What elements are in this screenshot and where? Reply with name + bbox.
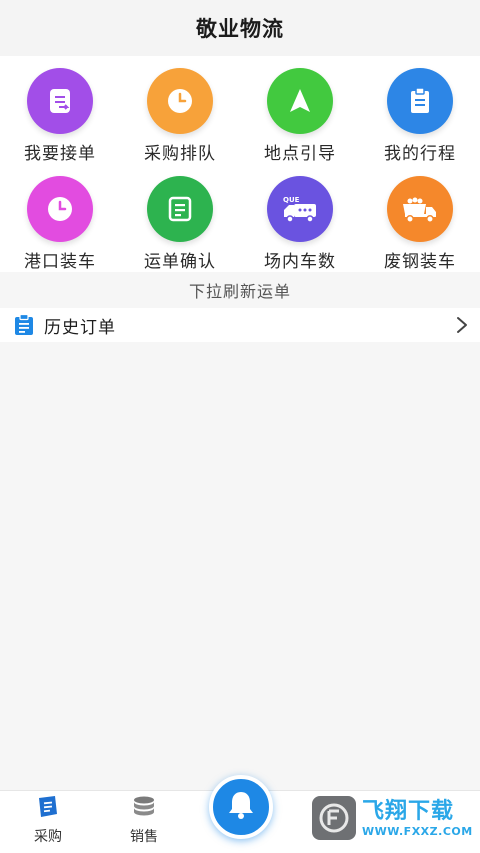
menu-item-accept-order[interactable]: 我要接单 bbox=[0, 56, 120, 164]
queue-icon-text: QUE bbox=[283, 196, 300, 204]
bell-icon bbox=[226, 789, 256, 825]
watermark-url: WWW.FXXZ.COM bbox=[362, 824, 473, 838]
menu-item-label: 运单确认 bbox=[144, 252, 216, 272]
watermark-logo-icon bbox=[312, 796, 356, 840]
menu-item-label: 地点引导 bbox=[264, 144, 336, 164]
menu-item-port-loading[interactable]: 港口装车 bbox=[0, 164, 120, 272]
dump-truck-icon bbox=[387, 176, 453, 242]
tab-label: 采购 bbox=[34, 829, 62, 845]
document-icon bbox=[14, 314, 34, 336]
menu-item-purchase-queue[interactable]: 采购排队 bbox=[120, 56, 240, 164]
tab-sales[interactable]: 销售 bbox=[96, 791, 192, 853]
menu-item-label: 场内车数 bbox=[264, 252, 336, 272]
function-grid: 我要接单 采购排队 地点引导 我的行程 港口装车 运单确认 QUE 场内车数 废… bbox=[0, 56, 480, 272]
waybill-icon bbox=[147, 176, 213, 242]
menu-item-label: 废钢装车 bbox=[384, 252, 456, 272]
watermark-title: 飞翔下载 bbox=[362, 798, 455, 824]
tab-purchase[interactable]: 采购 bbox=[0, 791, 96, 853]
menu-item-label: 我的行程 bbox=[384, 144, 456, 164]
clipboard-icon bbox=[387, 68, 453, 134]
menu-item-label: 采购排队 bbox=[144, 144, 216, 164]
clock-icon bbox=[27, 176, 93, 242]
order-accept-icon bbox=[27, 68, 93, 134]
tab-label: 销售 bbox=[130, 829, 158, 845]
menu-item-label: 港口装车 bbox=[24, 252, 96, 272]
watermark: 飞翔下载 WWW.FXXZ.COM bbox=[312, 792, 474, 844]
notification-button[interactable] bbox=[209, 775, 273, 839]
pull-to-refresh-hint: 下拉刷新运单 bbox=[0, 272, 480, 308]
history-orders-row[interactable]: 历史订单 bbox=[0, 308, 480, 342]
menu-item-scrap-loading[interactable]: 废钢装车 bbox=[360, 164, 480, 272]
menu-item-location-guide[interactable]: 地点引导 bbox=[240, 56, 360, 164]
sales-stack-icon bbox=[131, 794, 157, 820]
menu-item-waybill-confirm[interactable]: 运单确认 bbox=[120, 164, 240, 272]
history-orders-label: 历史订单 bbox=[44, 317, 116, 338]
queue-truck-icon: QUE bbox=[267, 176, 333, 242]
chevron-right-icon bbox=[454, 315, 470, 335]
navigation-arrow-icon bbox=[267, 68, 333, 134]
app-header: 敬业物流 bbox=[0, 0, 480, 56]
clock-icon bbox=[147, 68, 213, 134]
menu-item-vehicles-in-yard[interactable]: QUE 场内车数 bbox=[240, 164, 360, 272]
menu-item-label: 我要接单 bbox=[24, 144, 96, 164]
purchase-icon bbox=[35, 794, 61, 820]
menu-item-my-trip[interactable]: 我的行程 bbox=[360, 56, 480, 164]
page-title: 敬业物流 bbox=[196, 17, 284, 41]
